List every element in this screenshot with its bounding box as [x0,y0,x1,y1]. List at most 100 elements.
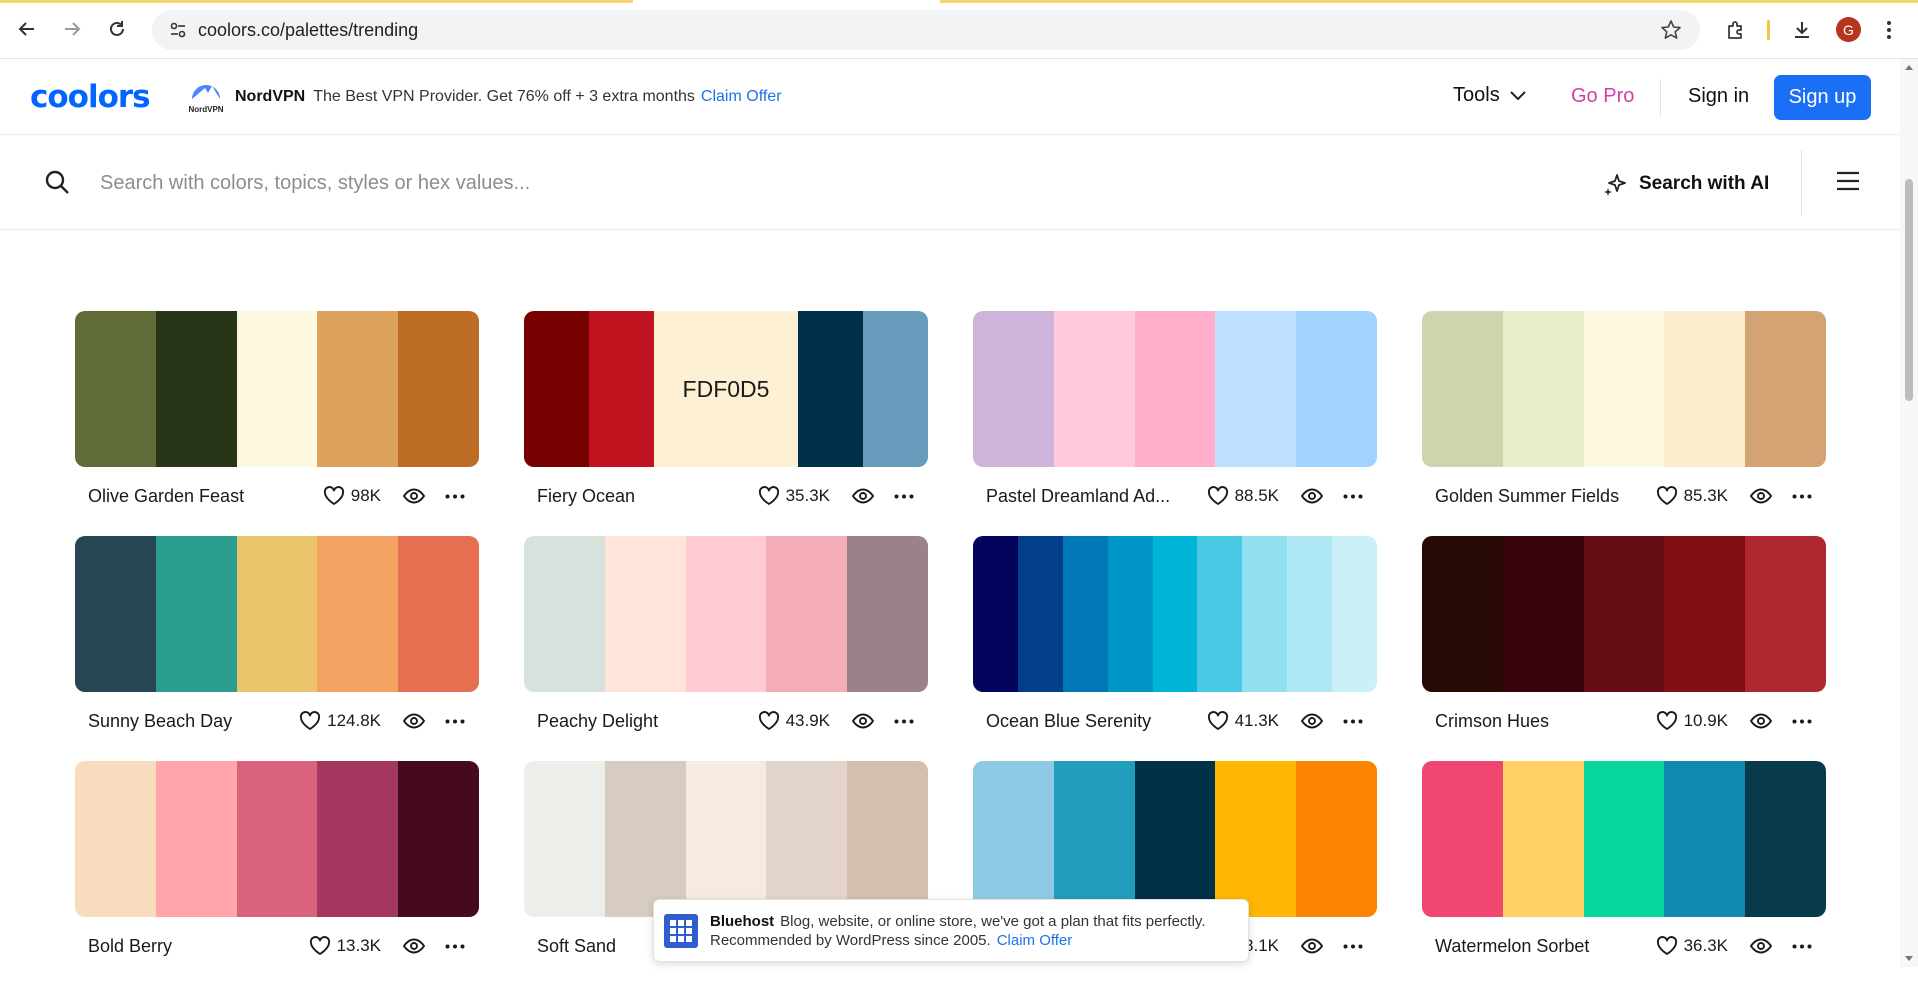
url-text[interactable]: coolors.co/palettes/trending [198,20,418,41]
palette-swatches[interactable] [75,311,479,467]
color-swatch[interactable] [1745,536,1826,692]
color-swatch[interactable] [766,536,848,692]
more-options-button[interactable] [1792,944,1812,949]
color-swatch[interactable] [973,536,1018,692]
palette-card[interactable]: Pastel Dreamland Ad... 88.5K [973,311,1377,536]
palette-name[interactable]: Olive Garden Feast [88,486,323,507]
view-button[interactable] [403,938,425,954]
palette-card[interactable]: Ocean Blue Serenity 41.3K [973,536,1377,761]
color-swatch[interactable] [685,761,767,917]
sign-in-link[interactable]: Sign in [1688,85,1749,108]
palette-swatches[interactable] [75,536,479,692]
color-swatch[interactable] [766,761,848,917]
reload-button[interactable] [102,14,132,44]
palette-name[interactable]: Ocean Blue Serenity [986,711,1207,732]
color-swatch[interactable]: FDF0D5 [654,311,798,467]
more-options-button[interactable] [894,719,914,724]
color-swatch[interactable] [973,311,1054,467]
color-swatch[interactable] [1745,761,1826,917]
view-button[interactable] [403,713,425,729]
palette-card[interactable]: Peachy Delight 43.9K [524,536,928,761]
palette-name[interactable]: Peachy Delight [537,711,758,732]
bottom-ad-banner[interactable]: Bluehost Blog, website, or online store, … [653,899,1249,962]
like-button[interactable]: 35.3K [758,486,830,506]
extensions-button[interactable] [1720,14,1752,46]
color-swatch[interactable] [1134,761,1216,917]
like-button[interactable]: 85.3K [1656,486,1728,506]
color-swatch[interactable] [398,311,479,467]
color-swatch[interactable] [1502,761,1584,917]
view-button[interactable] [403,488,425,504]
palette-swatches[interactable] [524,761,928,917]
color-swatch[interactable] [317,311,399,467]
color-swatch[interactable] [317,761,399,917]
like-button[interactable]: 43.9K [758,711,830,731]
palette-swatches[interactable] [1422,536,1826,692]
browser-menu-button[interactable] [1878,14,1900,46]
color-swatch[interactable] [155,761,237,917]
color-swatch[interactable] [1152,536,1198,692]
color-swatch[interactable] [1664,761,1746,917]
coolors-logo[interactable]: coolors [30,79,151,115]
palette-swatches[interactable] [1422,761,1826,917]
like-button[interactable]: 124.8K [299,711,381,731]
color-swatch[interactable] [1422,761,1503,917]
palette-swatches[interactable] [973,761,1377,917]
color-swatch[interactable] [1332,536,1377,692]
search-with-ai-button[interactable]: Search with AI [1603,171,1769,197]
like-button[interactable]: 36.3K [1656,936,1728,956]
palette-name[interactable]: Sunny Beach Day [88,711,299,732]
color-swatch[interactable] [797,311,863,467]
more-options-button[interactable] [894,494,914,499]
color-swatch[interactable] [1197,536,1243,692]
view-button[interactable] [1750,488,1772,504]
go-pro-link[interactable]: Go Pro [1571,85,1634,108]
color-swatch[interactable] [1215,761,1297,917]
color-swatch[interactable] [1664,536,1746,692]
palette-card[interactable]: Olive Garden Feast 98K [75,311,479,536]
bottom-ad-claim-offer-link[interactable]: Claim Offer [997,932,1073,949]
palette-card[interactable]: Golden Summer Fields 85.3K [1422,311,1826,536]
swatch-hex-label[interactable]: FDF0D5 [683,376,770,403]
palette-swatches[interactable] [973,536,1377,692]
color-swatch[interactable] [1296,761,1377,917]
view-button[interactable] [1301,938,1323,954]
color-swatch[interactable] [1287,536,1333,692]
palette-card[interactable]: FDF0D5 Fiery Ocean 35.3K [524,311,928,536]
palette-card[interactable]: Bold Berry 13.3K [75,761,479,986]
like-button[interactable]: 41.3K [1207,711,1279,731]
color-swatch[interactable] [75,536,156,692]
bookmark-star-icon[interactable] [1660,19,1682,46]
color-swatch[interactable] [155,536,237,692]
color-swatch[interactable] [1745,311,1826,467]
view-button[interactable] [1750,713,1772,729]
view-button[interactable] [1301,713,1323,729]
palette-name[interactable]: Crimson Hues [1435,711,1656,732]
search-input[interactable] [100,163,900,203]
like-button[interactable]: 10.9K [1656,711,1728,731]
color-swatch[interactable] [317,536,399,692]
color-swatch[interactable] [973,761,1054,917]
view-button[interactable] [852,713,874,729]
like-button[interactable]: 88.5K [1207,486,1279,506]
palette-card[interactable]: Watermelon Sorbet 36.3K [1422,761,1826,986]
like-button[interactable]: 13.3K [309,936,381,956]
tools-dropdown[interactable]: Tools [1453,84,1526,107]
color-swatch[interactable] [236,536,318,692]
color-swatch[interactable] [1107,536,1153,692]
color-swatch[interactable] [75,311,156,467]
color-swatch[interactable] [1017,536,1063,692]
color-swatch[interactable] [1583,311,1665,467]
color-swatch[interactable] [524,536,605,692]
color-swatch[interactable] [1422,311,1503,467]
color-swatch[interactable] [1664,311,1746,467]
sign-up-button[interactable]: Sign up [1774,75,1871,120]
address-bar[interactable]: coolors.co/palettes/trending [152,10,1700,50]
color-swatch[interactable] [1053,761,1135,917]
back-button[interactable] [12,14,42,44]
color-swatch[interactable] [1215,311,1297,467]
color-swatch[interactable] [1053,311,1135,467]
scroll-down-arrow-icon[interactable] [1905,956,1913,961]
color-swatch[interactable] [398,761,479,917]
profile-avatar[interactable]: G [1836,17,1861,42]
